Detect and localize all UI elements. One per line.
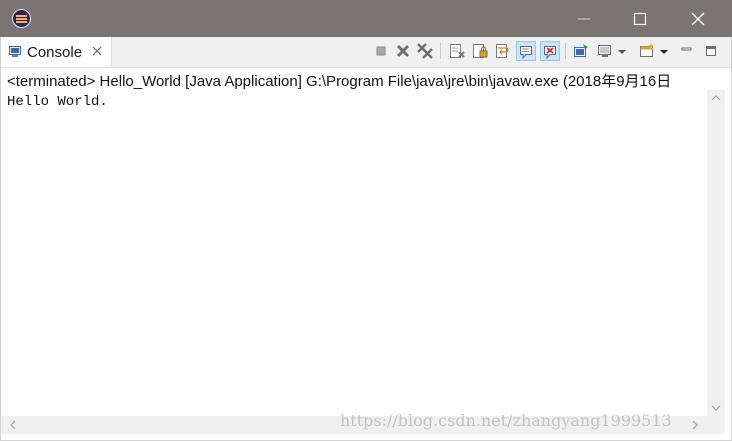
- remove-launch-icon: [396, 44, 410, 58]
- maximize-view-button[interactable]: [701, 41, 721, 61]
- open-console-button[interactable]: [637, 41, 657, 61]
- clear-console-icon: [450, 44, 465, 58]
- maximize-view-icon: [706, 46, 716, 56]
- view-tab-strip: Console: [1, 37, 731, 68]
- tab-console[interactable]: Console: [1, 37, 112, 67]
- terminate-icon: [376, 46, 386, 56]
- scroll-lock-button[interactable]: [470, 41, 490, 61]
- scroll-left-icon[interactable]: [9, 420, 17, 430]
- vertical-scrollbar[interactable]: [707, 90, 725, 416]
- display-selected-console-button[interactable]: [595, 41, 615, 61]
- title-bar: [0, 0, 732, 37]
- scrollbar-corner: [707, 416, 725, 434]
- chevron-down-icon: [660, 50, 668, 54]
- toolbar-separator: [440, 43, 441, 59]
- scroll-down-icon[interactable]: [711, 404, 721, 412]
- terminate-button[interactable]: [371, 41, 391, 61]
- word-wrap-button[interactable]: [493, 41, 513, 61]
- scroll-right-icon[interactable]: [691, 420, 699, 430]
- maximize-button[interactable]: [612, 0, 668, 37]
- show-on-stdout-button[interactable]: [516, 41, 536, 61]
- remove-launch-button[interactable]: [393, 41, 413, 61]
- watermark: https://blog.csdn.net/zhangyang1999513: [340, 411, 672, 430]
- minimize-view-icon: [681, 47, 692, 51]
- console-output-text: Hello World.: [7, 94, 108, 110]
- scroll-up-icon[interactable]: [711, 94, 721, 102]
- scroll-lock-icon: [473, 44, 488, 58]
- show-on-stderr-icon: [544, 46, 556, 60]
- open-console-icon: [640, 43, 654, 57]
- eclipse-icon: [12, 9, 31, 28]
- toolbar-separator: [565, 43, 566, 59]
- pin-console-button[interactable]: [571, 41, 591, 61]
- show-on-stderr-button[interactable]: [540, 41, 560, 61]
- minimize-button[interactable]: [556, 0, 612, 37]
- chevron-down-icon: [618, 50, 626, 54]
- pin-console-icon: [574, 44, 588, 57]
- console-icon: [9, 46, 21, 57]
- console-output-area[interactable]: Hello World.: [1, 90, 707, 416]
- maximize-icon: [633, 12, 647, 26]
- tab-console-label: Console: [27, 44, 83, 61]
- remove-all-terminated-icon: [417, 43, 433, 59]
- console-view: Console <terminated> Hello_World [Java A…: [0, 37, 732, 441]
- word-wrap-icon: [496, 44, 509, 58]
- minimize-view-button[interactable]: [677, 41, 697, 61]
- remove-all-terminated-button[interactable]: [415, 41, 435, 61]
- show-on-stdout-icon: [520, 46, 532, 60]
- clear-console-button[interactable]: [447, 41, 467, 61]
- display-selected-console-icon: [598, 45, 611, 57]
- open-console-dropdown[interactable]: [657, 41, 671, 61]
- close-button[interactable]: [670, 0, 726, 37]
- console-status-line: <terminated> Hello_World [Java Applicati…: [7, 73, 672, 90]
- minimize-icon: [578, 18, 590, 20]
- close-tab-icon[interactable]: [92, 46, 102, 56]
- close-icon: [691, 12, 705, 26]
- display-console-dropdown[interactable]: [615, 41, 629, 61]
